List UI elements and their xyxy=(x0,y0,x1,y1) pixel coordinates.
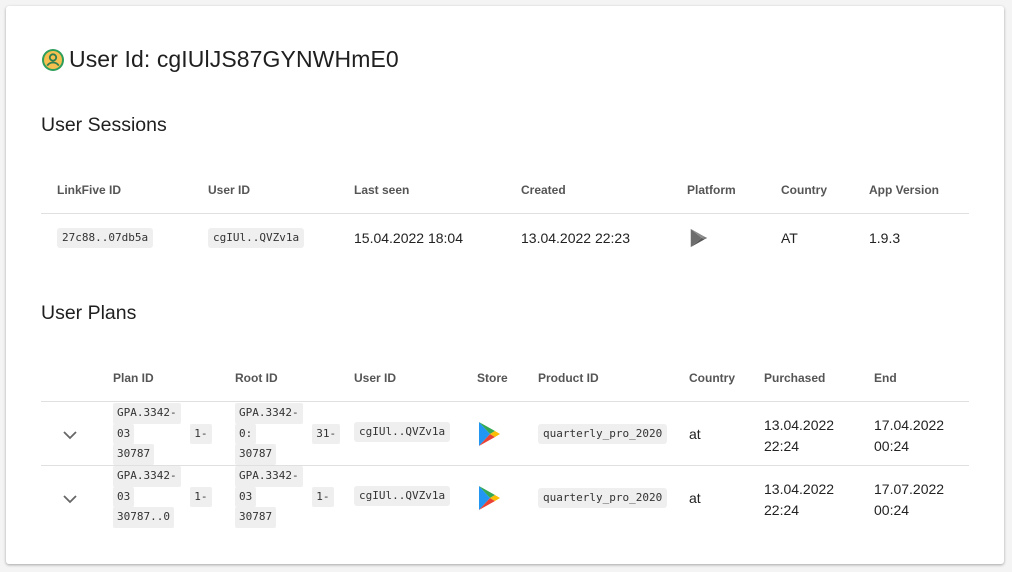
product-id-chip: quarterly_pro_2020 xyxy=(538,488,668,508)
end-value: 17.04.2022 00:24 xyxy=(874,417,945,454)
end-value: 17.07.2022 00:24 xyxy=(874,481,945,518)
plan-country-value: at xyxy=(689,490,701,506)
plans-heading: User Plans xyxy=(41,302,137,324)
plan-id-value: GPA.3342- 03 1- 30787..0 xyxy=(113,466,212,528)
product-id-chip: quarterly_pro_2020 xyxy=(538,424,668,444)
root-id-value: GPA.3342- 0: 31- 30787 xyxy=(235,403,341,465)
google-play-icon xyxy=(479,486,500,510)
page-header: User Id: cgIUlJS87GYNWHmE0 xyxy=(41,46,399,73)
linkfive-id-chip: 27c88..07db5a xyxy=(57,228,154,248)
col-linkfive-id: LinkFive ID xyxy=(57,183,122,197)
google-play-icon xyxy=(479,422,500,446)
col-last-seen: Last seen xyxy=(354,183,410,197)
col-root-id: Root ID xyxy=(235,371,278,385)
col-user-id: User ID xyxy=(208,183,251,197)
google-play-icon xyxy=(690,228,708,248)
country-value: AT xyxy=(781,230,798,246)
purchased-value: 13.04.2022 22:24 xyxy=(764,417,835,454)
sessions-header-divider xyxy=(41,213,969,214)
last-seen-value: 15.04.2022 18:04 xyxy=(354,230,463,246)
col-end: End xyxy=(874,371,897,385)
plans-header-divider xyxy=(41,401,969,402)
col-store: Store xyxy=(477,371,508,385)
col-country: Country xyxy=(781,183,827,197)
user-id-chip: cgIUl..QVZv1a xyxy=(208,228,305,248)
plan-id-value: GPA.3342- 03 1- 30787 xyxy=(113,403,212,465)
col-app-version: App Version xyxy=(869,183,940,197)
user-detail-card: User Id: cgIUlJS87GYNWHmE0 User Sessions… xyxy=(6,6,1004,564)
col-product-id: Product ID xyxy=(538,371,599,385)
root-id-value: GPA.3342- 03 1- 30787 xyxy=(235,466,334,528)
chevron-down-icon[interactable] xyxy=(62,494,78,504)
sessions-heading: User Sessions xyxy=(41,114,167,136)
plan-user-id-chip: cgIUl..QVZv1a xyxy=(354,422,451,442)
col-plan-id: Plan ID xyxy=(113,371,154,385)
chevron-down-icon[interactable] xyxy=(62,430,78,440)
col-plan-country: Country xyxy=(689,371,735,385)
plan-country-value: at xyxy=(689,426,701,442)
col-platform: Platform xyxy=(687,183,736,197)
page-title: User Id: cgIUlJS87GYNWHmE0 xyxy=(69,46,399,72)
col-created: Created xyxy=(521,183,566,197)
created-value: 13.04.2022 22:23 xyxy=(521,230,630,246)
account-circle-icon xyxy=(42,48,64,71)
app-version-value: 1.9.3 xyxy=(869,230,901,246)
plan-user-id-chip: cgIUl..QVZv1a xyxy=(354,486,451,506)
purchased-value: 13.04.2022 22:24 xyxy=(764,481,835,518)
col-plan-user-id: User ID xyxy=(354,371,397,385)
col-purchased: Purchased xyxy=(764,371,826,385)
